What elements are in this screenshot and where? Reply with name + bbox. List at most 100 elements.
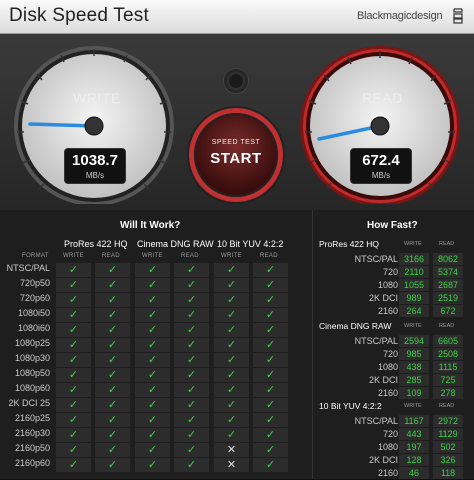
check-icon: ✓ xyxy=(56,308,91,322)
format-row: NTSC/PAL ✓ ✓ ✓ ✓ ✓ ✓ xyxy=(0,262,312,277)
check-icon: ✓ xyxy=(95,443,130,457)
resolution-label: 1080 xyxy=(377,280,398,290)
check-icon: ✓ xyxy=(253,458,288,472)
results-area: Will It Work? FORMAT ProRes 422 HQ Cinema… xyxy=(0,210,474,479)
format-label: 720p50 xyxy=(19,278,50,288)
format-label: 2160p30 xyxy=(14,428,50,438)
read-fps-value: 2519 xyxy=(433,292,463,304)
check-icon: ✓ xyxy=(253,413,288,427)
will-it-work-title: Will It Work? xyxy=(120,220,181,231)
blackmagic-logo-icon xyxy=(453,8,463,24)
check-icon: ✓ xyxy=(214,323,249,337)
write-fps-value: 438 xyxy=(399,361,429,373)
check-icon: ✓ xyxy=(95,458,130,472)
check-icon: ✓ xyxy=(174,413,209,427)
check-icon: ✓ xyxy=(135,458,170,472)
write-subheader: WRITE xyxy=(404,241,422,247)
write-fps-value: 2110 xyxy=(399,266,429,278)
format-column-header: FORMAT xyxy=(22,253,49,259)
write-fps-value: 985 xyxy=(399,348,429,360)
check-icon: ✓ xyxy=(56,458,91,472)
write-fps-value: 2594 xyxy=(399,335,429,347)
how-fast-row: NTSC/PAL 2594 6605 xyxy=(313,335,474,348)
check-icon: ✓ xyxy=(174,428,209,442)
check-icon: ✓ xyxy=(135,278,170,292)
check-icon: ✓ xyxy=(214,428,249,442)
read-gauge-label: READ xyxy=(362,90,403,106)
how-fast-row: NTSC/PAL 1167 2972 xyxy=(313,415,474,428)
cross-icon: ✕ xyxy=(214,443,249,457)
read-fps-value: 1129 xyxy=(433,428,463,440)
read-subheader: READ xyxy=(439,323,455,329)
start-button-label: START xyxy=(210,150,262,167)
write-fps-value: 109 xyxy=(399,387,429,399)
check-icon: ✓ xyxy=(95,278,130,292)
check-icon: ✓ xyxy=(174,263,209,277)
write-speed-unit: MB/s xyxy=(85,171,105,180)
write-subheader: WRITE xyxy=(142,253,163,259)
check-icon: ✓ xyxy=(174,308,209,322)
cross-icon: ✕ xyxy=(214,458,249,472)
codec-header: Cinema DNG RAW xyxy=(137,239,214,249)
check-icon: ✓ xyxy=(135,428,170,442)
check-icon: ✓ xyxy=(174,278,209,292)
write-fps-value: 3166 xyxy=(399,253,429,265)
read-subheader: READ xyxy=(102,253,120,259)
read-speed-readout: 672.4 MB/s xyxy=(350,148,412,184)
write-fps-value: 1167 xyxy=(399,415,429,427)
how-fast-group-title: ProRes 422 HQ xyxy=(319,239,379,249)
check-icon: ✓ xyxy=(56,263,91,277)
settings-button[interactable] xyxy=(223,68,249,94)
read-fps-value: 502 xyxy=(433,441,463,453)
format-label: 2160p60 xyxy=(14,458,50,468)
format-label: NTSC/PAL xyxy=(6,263,50,273)
format-label: 2K DCI 25 xyxy=(8,398,50,408)
read-fps-value: 326 xyxy=(433,454,463,466)
write-fps-value: 197 xyxy=(399,441,429,453)
check-icon: ✓ xyxy=(135,413,170,427)
check-icon: ✓ xyxy=(95,353,130,367)
resolution-label: 1080 xyxy=(377,442,398,452)
how-fast-row: 2K DCI 989 2519 xyxy=(313,292,474,305)
check-icon: ✓ xyxy=(214,278,249,292)
check-icon: ✓ xyxy=(135,398,170,412)
how-fast-title: How Fast? xyxy=(367,220,418,231)
how-fast-row: 1080 197 502 xyxy=(313,441,474,454)
how-fast-row: 720 443 1129 xyxy=(313,428,474,441)
brand-name: Blackmagicdesign xyxy=(357,10,443,22)
check-icon: ✓ xyxy=(135,443,170,457)
format-label: 1080i50 xyxy=(17,308,50,318)
check-icon: ✓ xyxy=(253,293,288,307)
read-fps-value: 8062 xyxy=(433,253,463,265)
format-label: 720p60 xyxy=(19,293,50,303)
check-icon: ✓ xyxy=(135,353,170,367)
format-row: 1080p30 ✓ ✓ ✓ ✓ ✓ ✓ xyxy=(0,352,312,367)
write-fps-value: 264 xyxy=(399,305,429,317)
read-speed-value: 672.4 xyxy=(362,152,400,169)
read-subheader: READ xyxy=(260,253,278,259)
read-fps-value: 2972 xyxy=(433,415,463,427)
resolution-label: 2160 xyxy=(377,388,398,398)
format-row: 2160p60 ✓ ✓ ✓ ✓ ✕ ✓ xyxy=(0,457,312,472)
check-icon: ✓ xyxy=(174,383,209,397)
write-fps-value: 1055 xyxy=(399,279,429,291)
format-label: 1080p30 xyxy=(14,353,50,363)
write-speed-readout: 1038.7 MB/s xyxy=(64,148,126,184)
check-icon: ✓ xyxy=(135,383,170,397)
check-icon: ✓ xyxy=(95,323,130,337)
write-speed-value: 1038.7 xyxy=(72,152,118,169)
read-fps-value: 2508 xyxy=(433,348,463,360)
how-fast-row: 1080 1055 2687 xyxy=(313,279,474,292)
panel-divider xyxy=(312,210,313,479)
speed-test-start-button[interactable]: SPEED TEST START xyxy=(194,113,278,197)
check-icon: ✓ xyxy=(56,323,91,337)
format-row: 1080p25 ✓ ✓ ✓ ✓ ✓ ✓ xyxy=(0,337,312,352)
format-row: 1080i60 ✓ ✓ ✓ ✓ ✓ ✓ xyxy=(0,322,312,337)
format-row: 720p50 ✓ ✓ ✓ ✓ ✓ ✓ xyxy=(0,277,312,292)
read-fps-value: 725 xyxy=(433,374,463,386)
read-subheader: READ xyxy=(181,253,199,259)
write-fps-value: 989 xyxy=(399,292,429,304)
format-row: 1080p50 ✓ ✓ ✓ ✓ ✓ ✓ xyxy=(0,367,312,382)
resolution-label: 2K DCI xyxy=(368,293,398,303)
check-icon: ✓ xyxy=(174,458,209,472)
